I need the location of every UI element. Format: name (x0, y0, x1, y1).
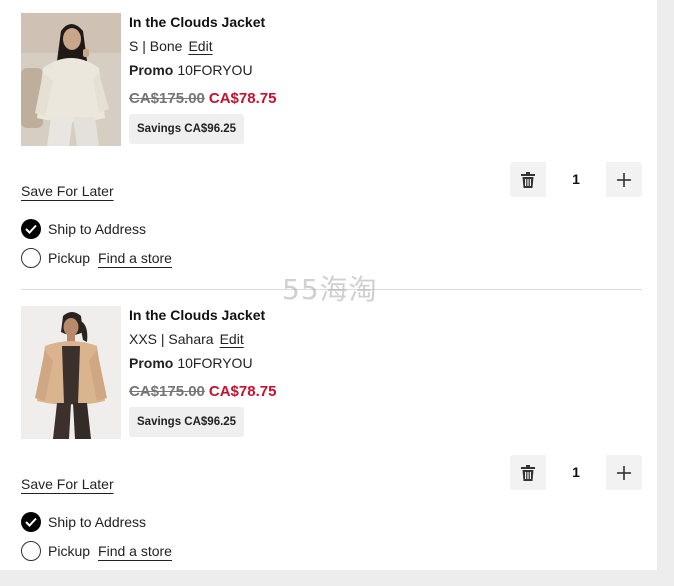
product-variant: S | Bone Edit (129, 38, 213, 54)
save-for-later-link[interactable]: Save For Later (21, 183, 114, 199)
sale-price: CA$78.75 (208, 383, 277, 400)
find-a-store-link[interactable]: Find a store (98, 543, 172, 559)
trash-icon (521, 171, 535, 188)
variant-text: S | Bone (129, 38, 183, 54)
save-for-later-link[interactable]: Save For Later (21, 476, 114, 492)
price-line: CA$175.00 CA$78.75 (129, 383, 276, 400)
product-title[interactable]: In the Clouds Jacket (129, 307, 265, 323)
delete-button[interactable] (510, 455, 546, 490)
cart-item: In the Clouds Jacket S | Bone Edit Promo 1… (0, 0, 657, 293)
increase-quantity-button[interactable] (606, 455, 642, 490)
ship-label: Ship to Address (48, 221, 147, 237)
promo-code: 10FORYOU (177, 62, 253, 78)
edit-link[interactable]: Edit (220, 331, 244, 347)
ship-radio-checked[interactable] (21, 512, 41, 532)
cart-item: In the Clouds Jacket XXS | Sahara Edit Pr… (0, 293, 657, 586)
plus-icon (617, 172, 631, 187)
promo-line: Promo 10FORYOU (129, 62, 253, 78)
promo-label: Promo (129, 62, 174, 78)
product-variant: XXS | Sahara Edit (129, 331, 244, 347)
ship-radio-checked[interactable] (21, 219, 41, 239)
product-image[interactable] (21, 306, 121, 439)
checkmark-icon (25, 517, 37, 527)
promo-line: Promo 10FORYOU (129, 355, 253, 371)
increase-quantity-button[interactable] (606, 162, 642, 197)
plus-icon (617, 465, 631, 480)
delete-button[interactable] (510, 162, 546, 197)
quantity-stepper: 1 (510, 162, 642, 197)
find-a-store-link[interactable]: Find a store (98, 250, 172, 266)
ship-to-address-option[interactable]: Ship to Address (21, 219, 146, 239)
original-price: CA$175.00 (129, 383, 205, 400)
variant-text: XXS | Sahara (129, 331, 214, 347)
sale-price: CA$78.75 (208, 90, 277, 107)
cart-panel: In the Clouds Jacket S | Bone Edit Promo 1… (0, 0, 657, 570)
promo-code: 10FORYOU (177, 355, 253, 371)
pickup-label: Pickup (48, 250, 91, 266)
pickup-option[interactable]: Pickup Find a store (21, 541, 172, 561)
edit-link[interactable]: Edit (188, 38, 212, 54)
original-price: CA$175.00 (129, 90, 205, 107)
ship-label: Ship to Address (48, 514, 147, 530)
quantity-stepper: 1 (510, 455, 642, 490)
product-image[interactable] (21, 13, 121, 146)
trash-icon (521, 464, 535, 481)
checkmark-icon (25, 224, 37, 234)
product-title[interactable]: In the Clouds Jacket (129, 14, 265, 30)
pickup-option[interactable]: Pickup Find a store (21, 248, 172, 268)
promo-label: Promo (129, 355, 174, 371)
savings-badge: Savings CA$96.25 (129, 407, 245, 437)
savings-badge: Savings CA$96.25 (129, 114, 245, 144)
pickup-label: Pickup (48, 543, 91, 559)
pickup-radio[interactable] (21, 248, 41, 268)
quantity-value[interactable]: 1 (546, 455, 606, 490)
ship-to-address-option[interactable]: Ship to Address (21, 512, 146, 532)
watermark: 55海淘 (282, 273, 378, 306)
quantity-value[interactable]: 1 (546, 162, 606, 197)
price-line: CA$175.00 CA$78.75 (129, 90, 276, 107)
pickup-radio[interactable] (21, 541, 41, 561)
